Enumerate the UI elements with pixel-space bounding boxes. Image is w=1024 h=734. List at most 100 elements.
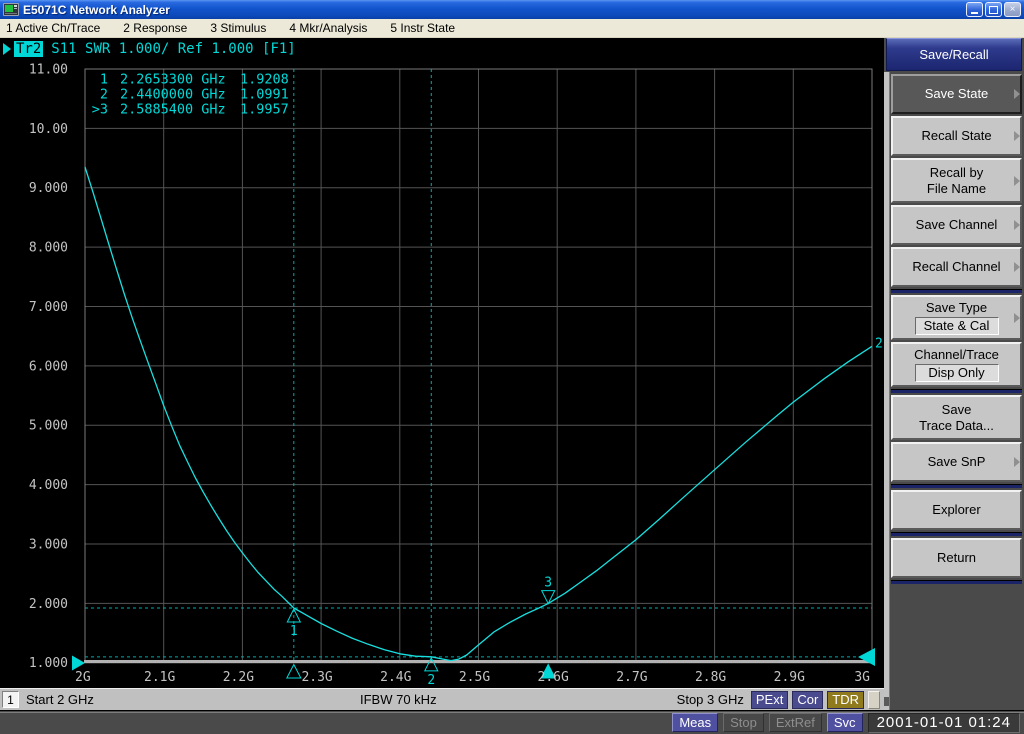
softkey-label: Recall State	[921, 128, 992, 143]
y-axis-label: 5.000	[29, 419, 68, 434]
swr-plot: 212311.0010.009.0008.0007.0006.0005.0004…	[29, 63, 883, 688]
close-button[interactable]: ×	[1004, 2, 1021, 17]
menu-item-3-stimulus[interactable]: 3 Stimulus	[210, 21, 266, 35]
y-axis-label: 7.000	[29, 300, 68, 315]
softkey-label: Save	[941, 401, 972, 417]
y-axis-label: 6.000	[29, 359, 68, 374]
x-axis-label: 2.2G	[223, 670, 254, 685]
ref-level-left-icon	[72, 655, 85, 671]
y-axis-label: 3.000	[29, 537, 68, 552]
system-indicator-meas: Meas	[672, 713, 719, 732]
datetime-display: 2001-01-01 01:24	[867, 712, 1020, 733]
marker-1-stimulus-triangle	[285, 663, 302, 679]
softkey-save-state[interactable]: Save State	[891, 74, 1022, 114]
softkey-save-snp[interactable]: Save SnP	[891, 442, 1022, 482]
y-axis-label: 10.00	[29, 122, 68, 137]
y-axis-label: 9.000	[29, 181, 68, 196]
submenu-arrow-icon	[1014, 175, 1020, 186]
softkey-label: Channel/Trace	[914, 347, 999, 362]
menu-bar: 1 Active Ch/Trace 2 Response 3 Stimulus 4 M…	[0, 19, 1024, 38]
marker-1-number: 1	[290, 624, 298, 639]
x-axis-label: 2.5G	[459, 670, 490, 685]
x-axis-label: 2.9G	[774, 670, 805, 685]
status-badge-tdr: TDR	[827, 690, 864, 709]
menu-item-2-response[interactable]: 2 Response	[123, 21, 187, 35]
softkey-return[interactable]: Return	[891, 538, 1022, 578]
marker-table-value: 1.9957	[240, 102, 289, 118]
system-indicator-extref: ExtRef	[768, 713, 822, 732]
softkey-separator	[891, 484, 1022, 488]
softkey-label: Recall by	[929, 164, 984, 180]
y-axis-label: 11.00	[29, 63, 68, 78]
softkey-save-channel[interactable]: Save Channel	[891, 205, 1022, 245]
marker-3-number: 3	[544, 576, 552, 591]
channel-number-box: 1	[2, 690, 19, 708]
start-frequency-label: Start 2 GHz	[26, 692, 94, 707]
status-empty-box	[868, 690, 880, 709]
marker-table-frequency: 2.4400000 GHz	[120, 87, 226, 103]
x-axis-label: 2.7G	[616, 670, 647, 685]
minimize-button[interactable]	[966, 2, 983, 17]
softkey-recall-state[interactable]: Recall State	[891, 116, 1022, 156]
softkey-label: Recall Channel	[912, 259, 1001, 274]
softkey-label: Save Channel	[915, 217, 998, 232]
ref-level-right-icon	[858, 648, 875, 666]
status-badge-pext: PExt	[750, 690, 789, 709]
marker-table-frequency: 2.2653300 GHz	[120, 72, 226, 88]
softkey-separator	[891, 289, 1022, 293]
menu-item-1-active-ch-trace[interactable]: 1 Active Ch/Trace	[6, 21, 100, 35]
softkey-label: Save SnP	[927, 454, 986, 469]
softkey-save-type[interactable]: Save Type State & Cal	[891, 295, 1022, 340]
submenu-arrow-icon	[1014, 457, 1020, 467]
marker-table-number: 1	[100, 72, 108, 88]
softkey-label: File Name	[926, 180, 987, 196]
window-title: E5071C Network Analyzer	[23, 2, 170, 17]
x-axis-label: 2.6G	[538, 670, 569, 685]
y-axis-label: 1.000	[29, 656, 68, 671]
softkey-value: Disp Only	[914, 364, 999, 382]
marker-table-number: >3	[92, 102, 108, 118]
app-icon	[3, 3, 19, 16]
restore-button[interactable]	[985, 2, 1002, 17]
softkey-save-trace-data[interactable]: Save Trace Data...	[891, 395, 1022, 440]
active-trace-arrow-icon	[3, 43, 11, 55]
x-axis-label: 2G	[75, 670, 91, 685]
marker-table-number: 2	[100, 87, 108, 103]
softkey-scrollbar[interactable]	[884, 72, 890, 710]
trace-number-label: 2	[875, 336, 883, 351]
softkey-value: State & Cal	[914, 317, 999, 335]
instrument-screen: Tr2 S11 SWR 1.000/ Ref 1.000 [F1] 2 1 2 3 11…	[0, 38, 884, 688]
submenu-arrow-icon	[1014, 312, 1020, 323]
softkey-explorer[interactable]: Explorer	[891, 490, 1022, 530]
softkey-recall-by-file-name[interactable]: Recall by File Name	[891, 158, 1022, 203]
menu-item-5-instr-state[interactable]: 5 Instr State	[390, 21, 455, 35]
marker-2-number: 2	[427, 673, 435, 688]
softkey-label: Save Type	[925, 300, 988, 315]
marker-table-value: 1.0991	[240, 87, 289, 103]
x-axis-label: 2.4G	[380, 670, 411, 685]
x-axis-label: 2.8G	[695, 670, 726, 685]
y-axis-label: 4.000	[29, 478, 68, 493]
active-trace-chip[interactable]: Tr2	[14, 41, 44, 57]
softkey-label: Save State	[924, 86, 989, 101]
trace-status-line: Tr2 S11 SWR 1.000/ Ref 1.000 [F1]	[3, 41, 296, 57]
submenu-arrow-icon	[1014, 89, 1020, 99]
menu-item-4-mkr-analysis[interactable]: 4 Mkr/Analysis	[289, 21, 367, 35]
y-axis-label: 8.000	[29, 241, 68, 256]
marker-3-triangle	[540, 590, 556, 605]
softkey-menu: Save/Recall Save State Recall State Recall…	[884, 38, 1024, 710]
x-axis-label: 3G	[854, 670, 870, 685]
marker-table-frequency: 2.5885400 GHz	[120, 102, 226, 118]
stop-frequency-label: Stop 3 GHz	[676, 692, 744, 707]
system-status-bar: Meas Stop ExtRef Svc 2001-01-01 01:24	[0, 710, 1024, 734]
softkey-channel-trace[interactable]: Channel/Trace Disp Only	[891, 342, 1022, 387]
softkey-separator	[891, 580, 1022, 584]
window-titlebar: E5071C Network Analyzer ×	[0, 0, 1024, 19]
x-axis-label: 2.1G	[144, 670, 175, 685]
system-indicator-stop: Stop	[723, 713, 764, 732]
x-axis-line	[84, 660, 873, 663]
marker-table-value: 1.9208	[240, 72, 289, 88]
softkey-recall-channel[interactable]: Recall Channel	[891, 247, 1022, 287]
softkey-label: Explorer	[932, 502, 981, 517]
submenu-arrow-icon	[1014, 262, 1020, 272]
